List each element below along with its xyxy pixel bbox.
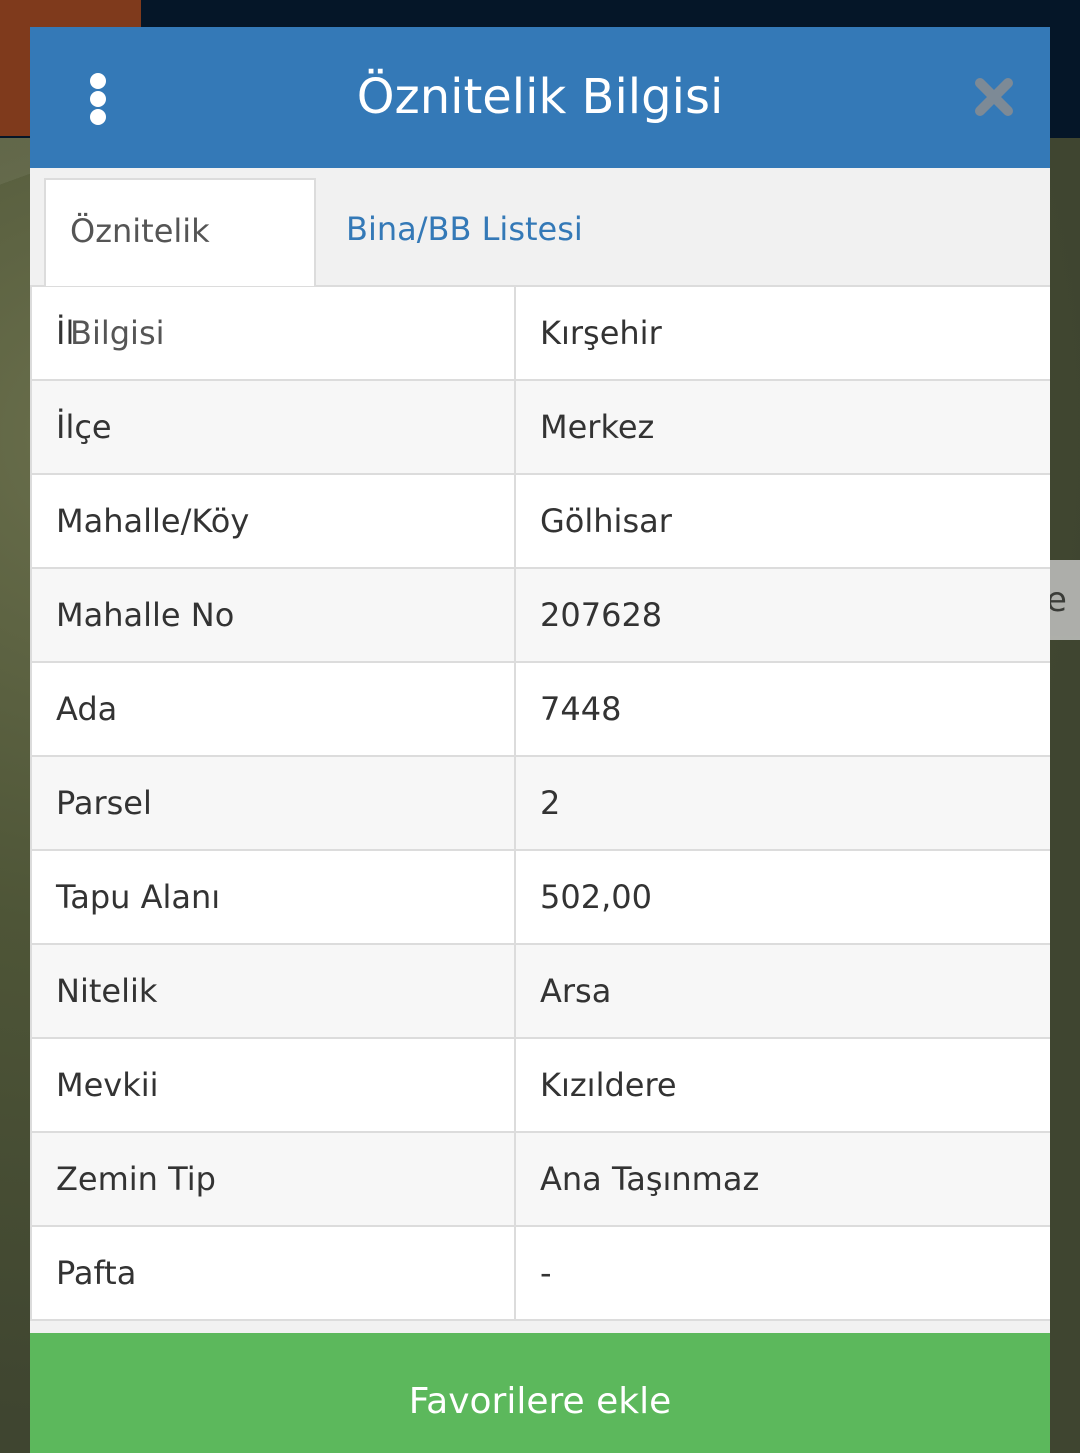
attribute-value: 2	[514, 755, 1050, 851]
table-row: Tapu Alanı 502,00	[30, 849, 1050, 945]
attribute-table: İl Kırşehir İlçe Merkez Mahalle/Köy Gölh…	[30, 285, 1050, 1321]
table-row: Mahalle/Köy Gölhisar	[30, 473, 1050, 569]
attribute-key: Mahalle No	[30, 567, 516, 663]
table-row: Mahalle No 207628	[30, 567, 1050, 663]
attribute-value: Kızıldere	[514, 1037, 1050, 1133]
tab-bar: Öznitelik Bilgisi Bina/BB Listesi	[30, 168, 1050, 352]
dialog-title: Öznitelik Bilgisi	[356, 69, 724, 125]
attribute-value: 207628	[514, 567, 1050, 663]
table-row: Pafta -	[30, 1225, 1050, 1321]
attribute-key: Tapu Alanı	[30, 849, 516, 945]
attribute-value: Gölhisar	[514, 473, 1050, 569]
table-row: Mevkii Kızıldere	[30, 1037, 1050, 1133]
attribute-key: Nitelik	[30, 943, 516, 1039]
attribute-key: Parsel	[30, 755, 516, 851]
attribute-key: Ada	[30, 661, 516, 757]
tab-attribute-info[interactable]: Öznitelik Bilgisi	[44, 178, 316, 352]
table-row: Ada 7448	[30, 661, 1050, 757]
attribute-key: İlçe	[30, 379, 516, 475]
attribute-value: Merkez	[514, 379, 1050, 475]
attribute-info-dialog: Öznitelik Bilgisi Öznitelik Bilgisi Bina…	[30, 27, 1050, 1453]
attribute-value: Arsa	[514, 943, 1050, 1039]
attribute-value: -	[514, 1225, 1050, 1321]
add-to-favorites-button[interactable]: Favorilere ekle	[30, 1333, 1050, 1453]
dialog-header: Öznitelik Bilgisi	[30, 27, 1050, 168]
attribute-key: Zemin Tip	[30, 1131, 516, 1227]
attribute-value: Kırşehir	[514, 285, 1050, 381]
attribute-value: Ana Taşınmaz	[514, 1131, 1050, 1227]
tab-building-list[interactable]: Bina/BB Listesi	[322, 178, 607, 286]
table-row: Parsel 2	[30, 755, 1050, 851]
table-row: İlçe Merkez	[30, 379, 1050, 475]
attribute-key: Pafta	[30, 1225, 516, 1321]
table-row: Zemin Tip Ana Taşınmaz	[30, 1131, 1050, 1227]
attribute-value: 502,00	[514, 849, 1050, 945]
attribute-value: 7448	[514, 661, 1050, 757]
attribute-key: Mevkii	[30, 1037, 516, 1133]
attribute-key: Mahalle/Köy	[30, 473, 516, 569]
table-row: Nitelik Arsa	[30, 943, 1050, 1039]
close-icon[interactable]	[972, 75, 1016, 119]
table-row: İl Kırşehir	[30, 285, 1050, 381]
